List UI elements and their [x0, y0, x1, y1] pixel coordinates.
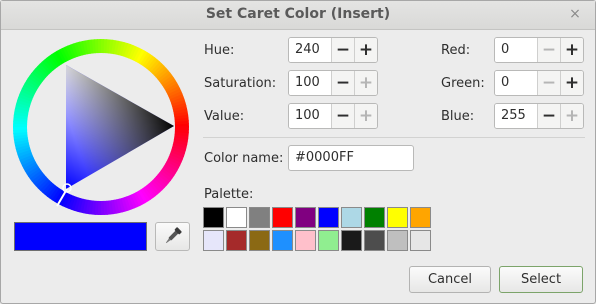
cancel-button[interactable]: Cancel — [409, 266, 491, 293]
color-name-label: Color name: — [204, 151, 284, 166]
hue-spinner[interactable]: 240 − + — [288, 37, 378, 63]
blue-spinner[interactable]: 255 − + — [494, 103, 584, 129]
red-label: Red: — [441, 43, 471, 58]
palette-swatch[interactable] — [387, 230, 408, 251]
saturation-spinner[interactable]: 100 − + — [288, 70, 378, 96]
red-decrement-button[interactable]: − — [537, 38, 560, 62]
palette-label: Palette: — [204, 187, 254, 202]
saturation-value[interactable]: 100 — [289, 71, 331, 95]
blue-increment-button[interactable]: + — [560, 104, 583, 128]
palette-swatch[interactable] — [226, 207, 247, 228]
green-spinner[interactable]: 0 − + — [494, 70, 584, 96]
color-wheel[interactable] — [11, 37, 191, 217]
palette-swatch[interactable] — [410, 230, 431, 251]
palette-swatch[interactable] — [226, 230, 247, 251]
palette-swatch[interactable] — [410, 207, 431, 228]
blue-label: Blue: — [441, 109, 475, 124]
value-spinner[interactable]: 100 − + — [288, 103, 378, 129]
color-name-field[interactable]: #0000FF — [288, 145, 414, 171]
palette-grid — [203, 207, 431, 251]
value-label: Value: — [204, 109, 245, 124]
palette-swatch[interactable] — [272, 207, 293, 228]
saturation-label: Saturation: — [204, 76, 277, 91]
window-title: Set Caret Color (Insert) — [205, 6, 391, 22]
palette-swatch[interactable] — [364, 230, 385, 251]
green-increment-button[interactable]: + — [560, 71, 583, 95]
palette-swatch[interactable] — [295, 230, 316, 251]
green-decrement-button[interactable]: − — [537, 71, 560, 95]
select-button[interactable]: Select — [499, 266, 583, 293]
palette-swatch[interactable] — [364, 207, 385, 228]
palette-swatch[interactable] — [341, 230, 362, 251]
red-increment-button[interactable]: + — [560, 38, 583, 62]
red-value[interactable]: 0 — [495, 38, 537, 62]
palette-swatch[interactable] — [318, 230, 339, 251]
close-icon[interactable]: × — [567, 6, 583, 22]
green-value[interactable]: 0 — [495, 71, 537, 95]
blue-decrement-button[interactable]: − — [537, 104, 560, 128]
palette-swatch[interactable] — [318, 207, 339, 228]
blue-value[interactable]: 255 — [495, 104, 537, 128]
color-dialog: Set Caret Color (Insert) × Hue: 240 − + … — [0, 0, 596, 304]
palette-swatch[interactable] — [387, 207, 408, 228]
value-value[interactable]: 100 — [289, 104, 331, 128]
hue-increment-button[interactable]: + — [354, 38, 377, 62]
palette-swatch[interactable] — [249, 207, 270, 228]
palette-swatch[interactable] — [249, 230, 270, 251]
eyedropper-icon — [165, 227, 182, 244]
saturation-increment-button[interactable]: + — [354, 71, 377, 95]
sv-triangle[interactable] — [66, 65, 174, 189]
palette-swatch[interactable] — [203, 207, 224, 228]
green-label: Green: — [441, 76, 485, 91]
title-bar: Set Caret Color (Insert) × — [1, 1, 595, 30]
current-color-swatch — [14, 222, 147, 251]
palette-swatch[interactable] — [203, 230, 224, 251]
palette-swatch[interactable] — [272, 230, 293, 251]
value-increment-button[interactable]: + — [354, 104, 377, 128]
hue-label: Hue: — [204, 43, 235, 58]
palette-swatch[interactable] — [295, 207, 316, 228]
saturation-decrement-button[interactable]: − — [331, 71, 354, 95]
eyedropper-button[interactable] — [155, 222, 190, 251]
hue-decrement-button[interactable]: − — [331, 38, 354, 62]
palette-swatch[interactable] — [341, 207, 362, 228]
hue-value[interactable]: 240 — [289, 38, 331, 62]
separator — [203, 137, 585, 138]
value-decrement-button[interactable]: − — [331, 104, 354, 128]
red-spinner[interactable]: 0 − + — [494, 37, 584, 63]
